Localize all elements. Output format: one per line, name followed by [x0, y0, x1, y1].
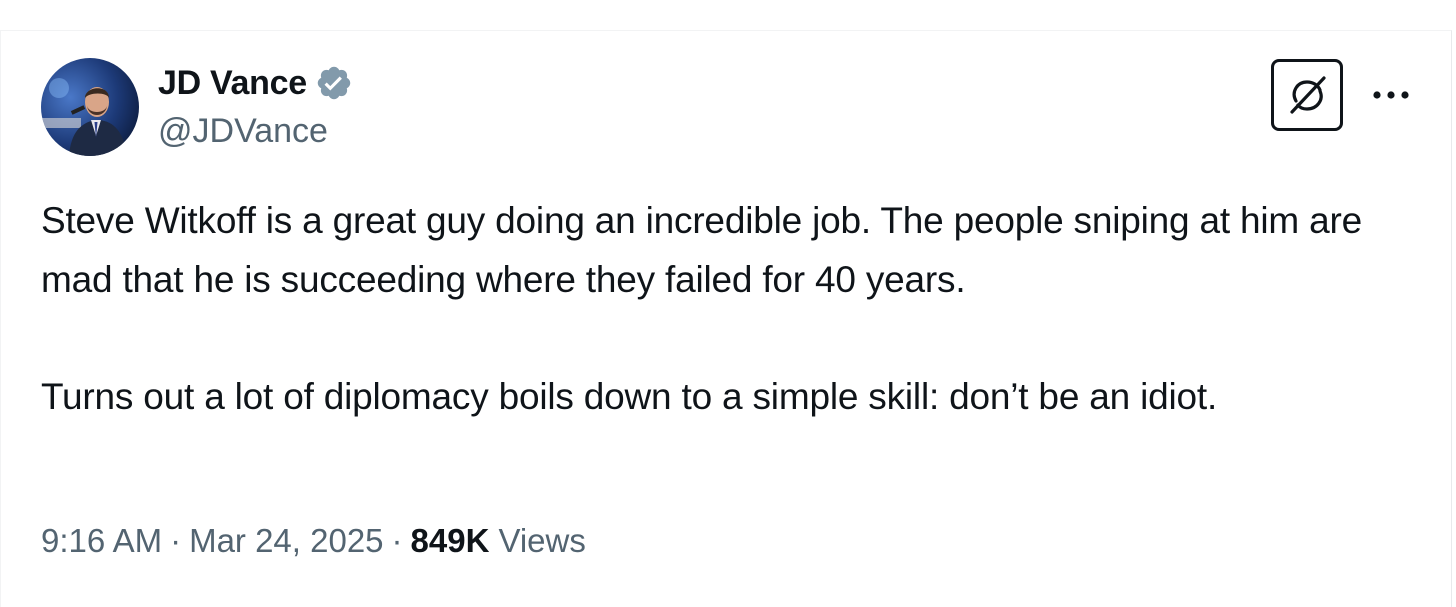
author-handle[interactable]: @JDVance — [158, 112, 328, 151]
verified-badge-icon — [315, 64, 353, 102]
author-display-name[interactable]: JD Vance — [158, 64, 307, 103]
separator: · — [391, 522, 403, 559]
grok-button[interactable] — [1271, 59, 1343, 131]
grok-icon — [1290, 76, 1326, 114]
tweet-metadata: 9:16 AM · Mar 24, 2025 · 849K Views — [41, 522, 586, 560]
tweet-text: Steve Witkoff is a great guy doing an in… — [41, 200, 1363, 417]
more-icon — [1373, 91, 1409, 99]
views-count[interactable]: 849K — [411, 522, 490, 560]
views-label[interactable]: Views — [498, 522, 585, 560]
more-options-button[interactable] — [1366, 80, 1416, 110]
tweet-date[interactable]: Mar 24, 2025 — [189, 522, 383, 560]
tweet-time[interactable]: 9:16 AM — [41, 522, 162, 560]
separator: · — [170, 522, 182, 559]
avatar[interactable] — [41, 58, 139, 156]
author-name-row[interactable]: JD Vance — [158, 63, 353, 103]
